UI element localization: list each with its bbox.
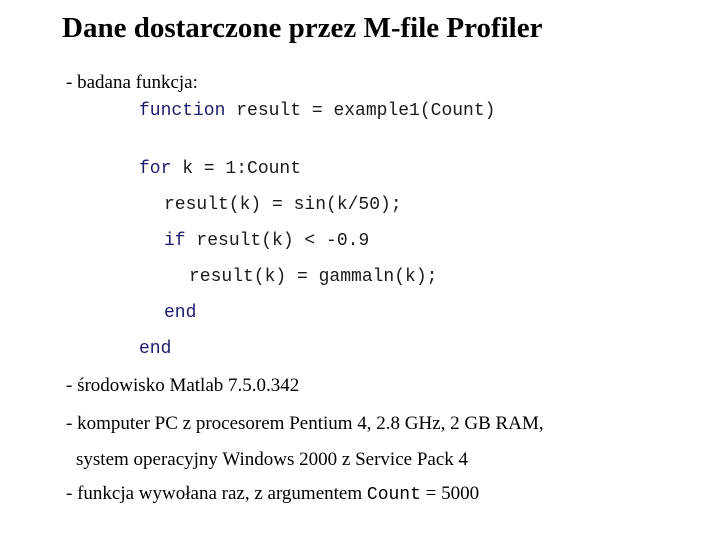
call-suffix: = 5000 xyxy=(420,483,480,504)
code-text: result(k) < -0.9 xyxy=(185,231,370,251)
code-line-gammaln: result(k) = gammaln(k); xyxy=(189,267,438,287)
code-line-if: if result(k) < -0.9 xyxy=(164,231,369,251)
keyword-if: if xyxy=(164,231,186,251)
page-title: Dane dostarczone przez M-file Profiler xyxy=(62,12,543,44)
intro-label: - badana funkcja: xyxy=(66,72,198,93)
environment-info: - środowisko Matlab 7.5.0.342 xyxy=(66,375,300,396)
computer-info: - komputer PC z procesorem Pentium 4, 2.… xyxy=(66,413,544,434)
call-prefix: - funkcja wywołana raz, z argumentem xyxy=(66,483,367,504)
keyword-for: for xyxy=(139,159,172,179)
code-line-function: function result = example1(Count) xyxy=(139,101,495,121)
keyword-end-inner: end xyxy=(164,303,197,323)
code-text: k = 1:Count xyxy=(171,159,302,179)
keyword-function: function xyxy=(139,101,226,121)
code-line-sin: result(k) = sin(k/50); xyxy=(164,195,402,215)
call-info: - funkcja wywołana raz, z argumentem Cou… xyxy=(66,483,479,505)
call-argument: Count xyxy=(366,485,421,505)
code-line-for: for k = 1:Count xyxy=(139,159,301,179)
system-info: system operacyjny Windows 2000 z Service… xyxy=(76,449,468,470)
keyword-end-outer: end xyxy=(139,339,172,359)
code-text: result = example1(Count) xyxy=(225,101,496,121)
